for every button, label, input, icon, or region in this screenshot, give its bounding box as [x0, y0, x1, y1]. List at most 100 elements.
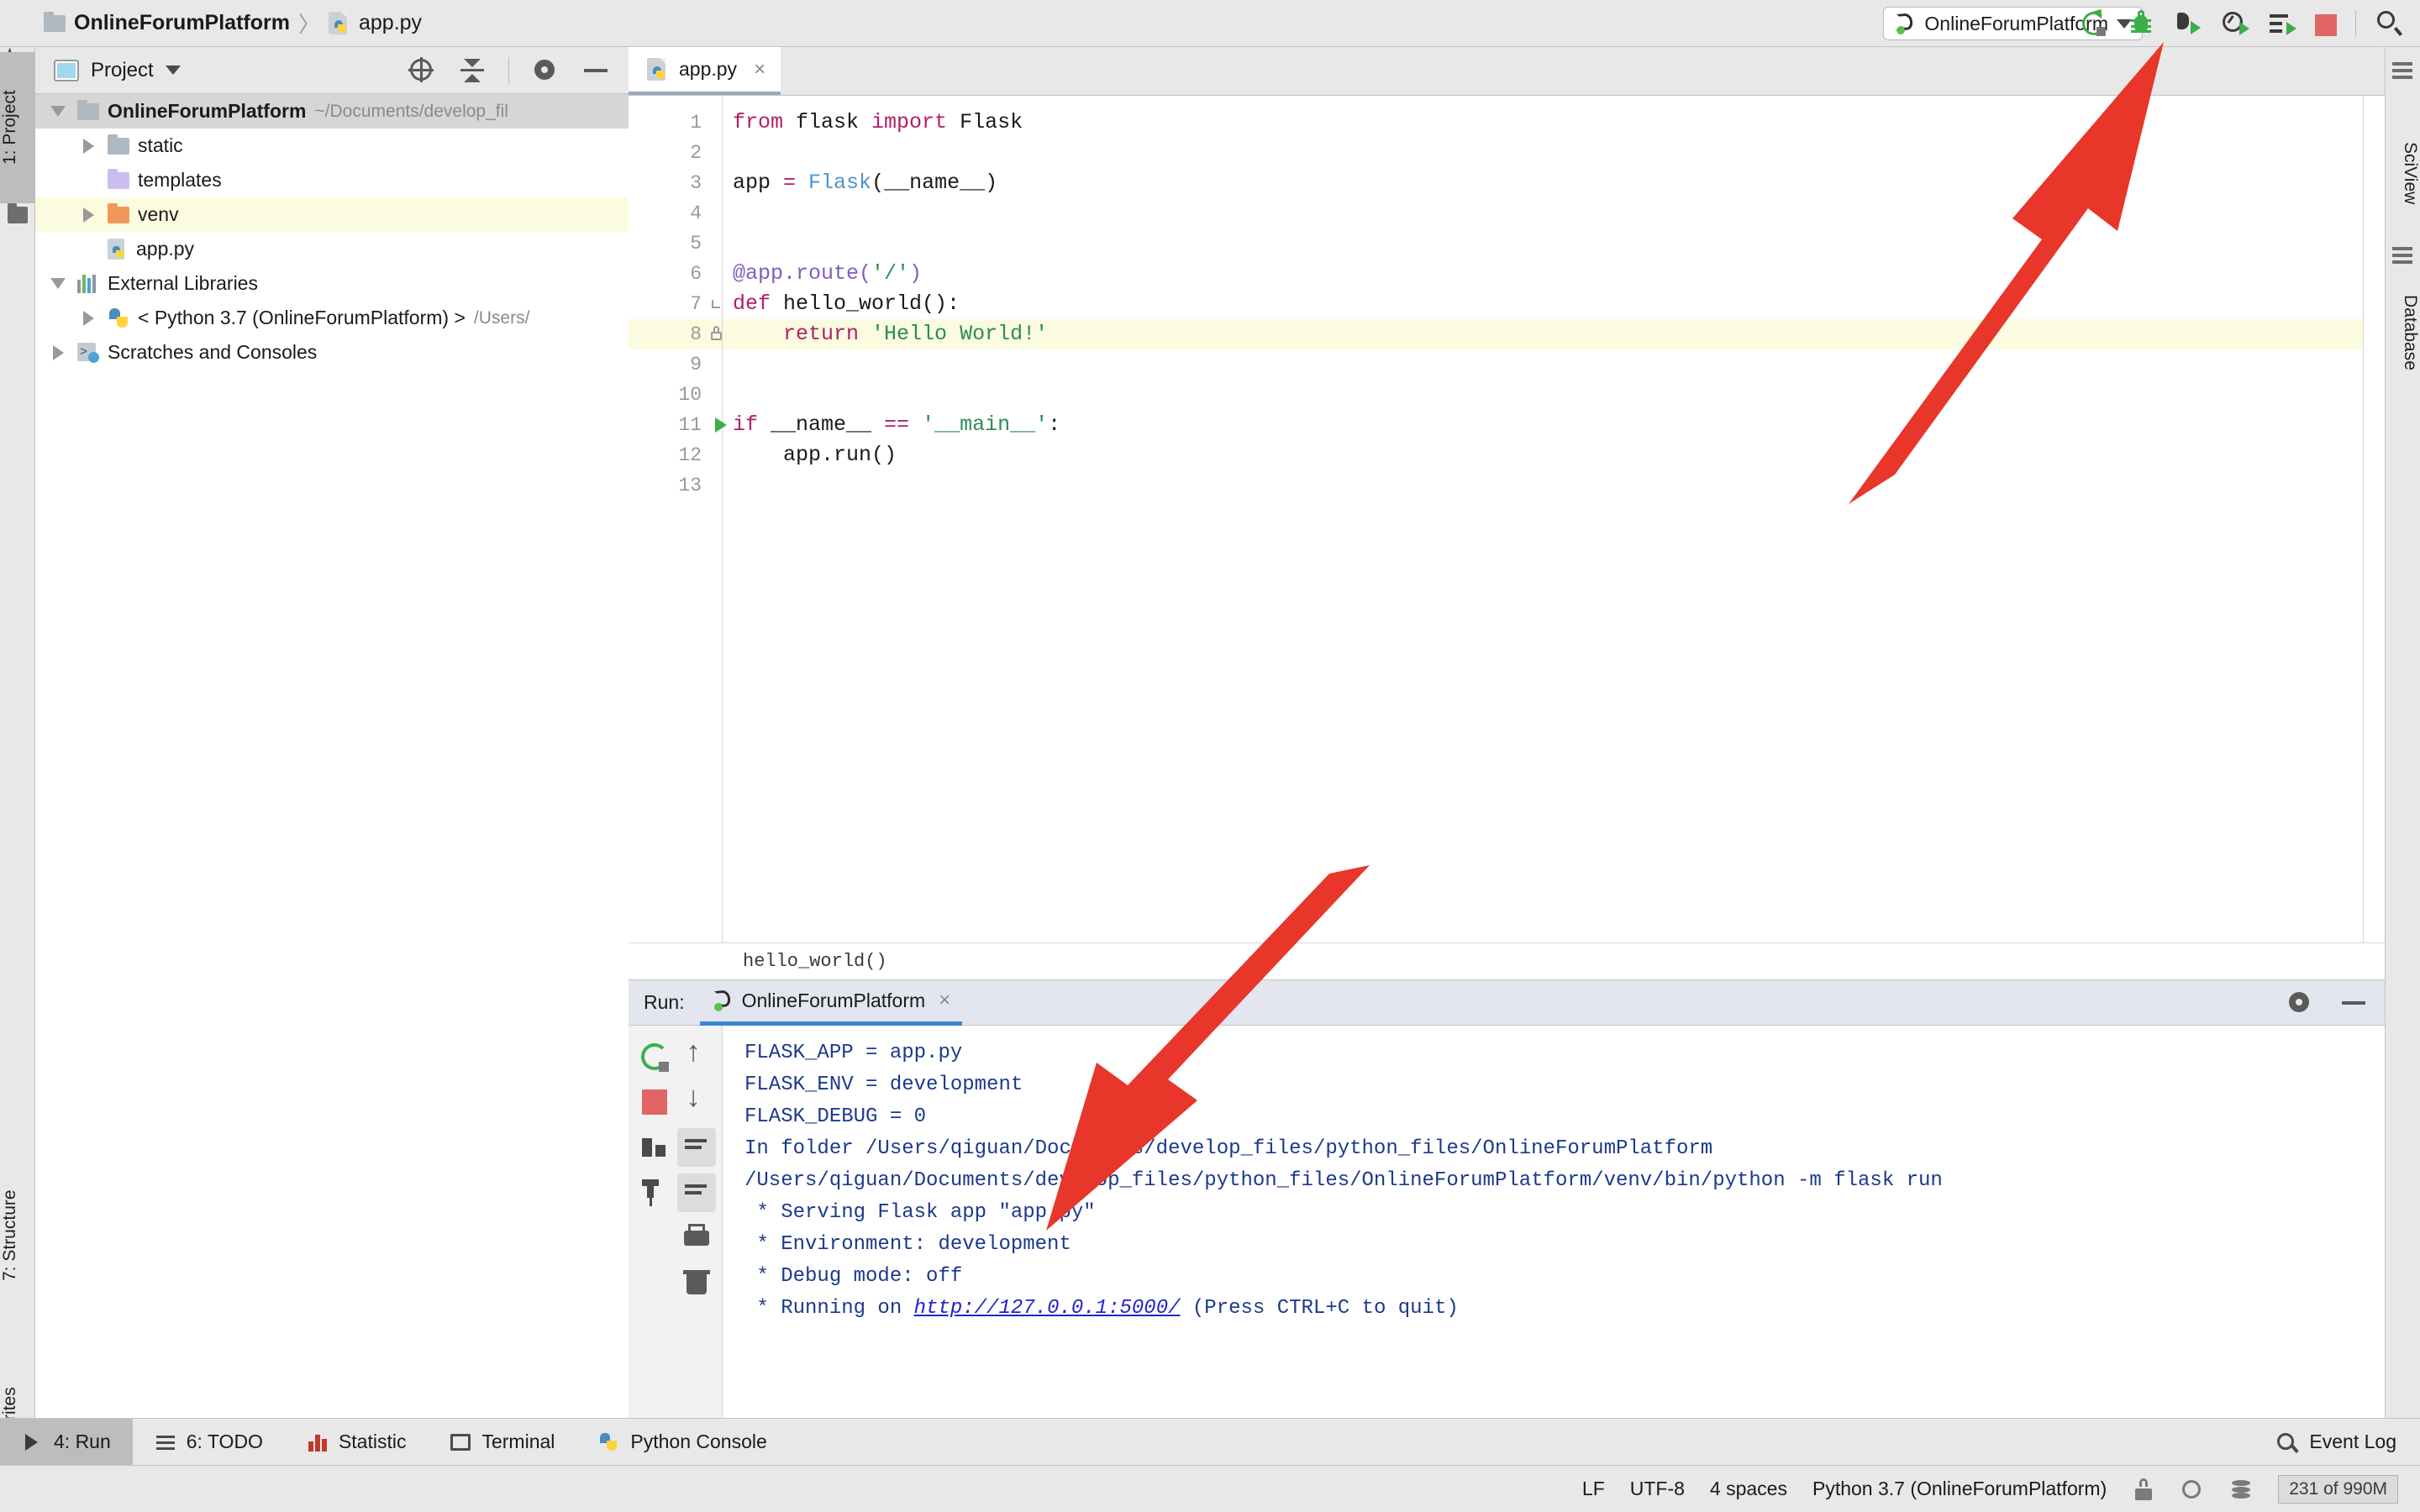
soft-wrap-icon[interactable] — [676, 1128, 716, 1167]
tree-item-app-py[interactable]: app.py — [35, 232, 629, 266]
rerun-icon[interactable] — [635, 1037, 674, 1076]
editor-breadcrumb-label: hello_world() — [743, 951, 887, 972]
line-number[interactable]: 10 — [629, 380, 722, 410]
scroll-down-icon[interactable] — [677, 1081, 716, 1121]
close-icon[interactable]: × — [939, 989, 950, 1012]
encoding-status[interactable]: UTF-8 — [1630, 1478, 1685, 1500]
code-line[interactable] — [723, 470, 2420, 501]
line-number[interactable]: 11 — [629, 410, 727, 440]
line-number[interactable]: 6 — [629, 259, 722, 289]
search-everywhere-icon[interactable] — [2375, 9, 2403, 38]
profile-icon[interactable] — [2221, 9, 2249, 38]
chevron-down-icon[interactable] — [47, 106, 69, 117]
code-line[interactable] — [723, 228, 2420, 259]
code-line[interactable] — [723, 198, 2420, 228]
print-icon[interactable] — [677, 1219, 716, 1257]
bottom-tab-todo[interactable]: 6: TODO — [133, 1419, 285, 1466]
tree-item-static[interactable]: static — [35, 129, 629, 163]
lock-icon[interactable] — [2132, 1478, 2155, 1500]
console-link[interactable]: http://127.0.0.1:5000/ — [914, 1297, 1181, 1320]
coverage-icon[interactable] — [2174, 9, 2202, 38]
python-file-icon — [647, 57, 669, 81]
code-line[interactable]: if __name__ == '__main__': — [723, 410, 2420, 440]
code-line[interactable] — [723, 349, 2420, 380]
scroll-to-end-icon[interactable] — [676, 1173, 716, 1212]
scroll-from-source-icon[interactable] — [408, 56, 436, 85]
code-line[interactable]: app.run() — [723, 440, 2420, 470]
breadcrumb-project[interactable]: OnlineForumPlatform — [74, 11, 290, 35]
concurrency-icon[interactable] — [2268, 9, 2296, 38]
hide-panel-icon[interactable] — [2339, 989, 2368, 1017]
tree-item-scratches-and-consoles[interactable]: > Scratches and Consoles — [35, 335, 629, 370]
run-icon[interactable] — [2080, 5, 2108, 38]
gear-icon[interactable] — [2286, 989, 2314, 1017]
tab-app-py[interactable]: app.py × — [629, 47, 781, 95]
debug-icon[interactable] — [2127, 9, 2155, 38]
line-number[interactable]: 13 — [629, 470, 722, 501]
stop-icon[interactable] — [641, 1089, 667, 1115]
fold-icon[interactable] — [712, 300, 720, 308]
code-lines[interactable]: from flask import Flask app = Flask(__na… — [723, 96, 2420, 942]
stop-icon[interactable] — [2315, 14, 2337, 36]
chevron-right-icon[interactable] — [77, 138, 99, 154]
collapse-all-icon[interactable] — [458, 56, 487, 85]
face-icon[interactable] — [2181, 1478, 2204, 1500]
clear-all-icon[interactable] — [677, 1264, 716, 1303]
code-line[interactable]: @app.route('/') — [723, 259, 2420, 289]
memory-indicator[interactable]: 231 of 990M — [2278, 1474, 2398, 1504]
pin-icon[interactable] — [635, 1173, 674, 1212]
bottom-tab-statistic[interactable]: Statistic — [285, 1419, 429, 1466]
line-number[interactable]: 9 — [629, 349, 722, 380]
sidebar-item-sciview[interactable]: SciView — [2385, 106, 2420, 240]
event-log-button[interactable]: Event Log — [2275, 1431, 2420, 1453]
close-icon[interactable]: × — [754, 58, 765, 81]
tree-item-python-sdk[interactable]: < Python 3.7 (OnlineForumPlatform) > /Us… — [35, 301, 629, 335]
bookmark-icon[interactable] — [711, 326, 722, 340]
line-number[interactable]: 3 — [629, 168, 722, 198]
bottom-tab-terminal[interactable]: Terminal — [428, 1419, 576, 1466]
code-line[interactable]: def hello_world(): — [723, 289, 2420, 319]
tree-item-templates[interactable]: templates — [35, 163, 629, 197]
chevron-down-icon[interactable] — [47, 278, 69, 289]
line-number[interactable]: 12 — [629, 440, 722, 470]
line-number[interactable]: 4 — [629, 198, 722, 228]
code-line[interactable]: app = Flask(__name__) — [723, 168, 2420, 198]
sidebar-item-structure[interactable]: 7: Structure — [0, 1147, 35, 1324]
line-number[interactable]: 5 — [629, 228, 722, 259]
code-token: from — [733, 110, 797, 134]
chevron-down-icon[interactable] — [165, 66, 181, 75]
line-number[interactable]: 8 — [629, 319, 722, 349]
bottom-tab-run[interactable]: 4: Run — [0, 1418, 133, 1466]
console-icon[interactable] — [635, 1128, 674, 1167]
indent-status[interactable]: 4 spaces — [1710, 1478, 1787, 1500]
chevron-right-icon[interactable] — [47, 344, 69, 360]
code-line[interactable] — [723, 138, 2420, 168]
chevron-right-icon[interactable] — [77, 310, 99, 326]
project-panel-title[interactable]: Project — [91, 59, 154, 82]
code-line[interactable]: return 'Hello World!' — [723, 319, 2420, 349]
tree-item-external-libraries[interactable]: External Libraries — [35, 266, 629, 301]
line-number[interactable]: 7 — [629, 289, 722, 319]
breadcrumb-file[interactable]: app.py — [359, 11, 422, 35]
code-token: '__main__' — [922, 412, 1049, 437]
code-token: (__name__) — [871, 171, 998, 195]
chevron-right-icon[interactable] — [77, 207, 99, 223]
line-separator-status[interactable]: LF — [1582, 1478, 1605, 1500]
event-log-icon — [2275, 1431, 2300, 1453]
line-number[interactable]: 2 — [629, 138, 722, 168]
run-tab-onlineforumplatform[interactable]: OnlineForumPlatform × — [699, 980, 963, 1026]
code-line[interactable] — [723, 380, 2420, 410]
hide-panel-icon[interactable] — [581, 56, 610, 85]
sidebar-item-database[interactable]: Database — [2385, 257, 2420, 408]
bottom-tab-python-console[interactable]: Python Console — [576, 1419, 788, 1466]
line-number[interactable]: 1 — [629, 108, 722, 138]
scroll-up-icon[interactable] — [677, 1036, 716, 1076]
sidebar-item-project[interactable]: 1: Project — [0, 52, 35, 203]
console-output[interactable]: FLASK_APP = app.py FLASK_ENV = developmen… — [723, 1026, 2385, 1419]
gear-icon[interactable] — [531, 56, 560, 85]
database-icon[interactable] — [2229, 1478, 2253, 1500]
tree-item-venv[interactable]: venv — [35, 197, 629, 232]
tree-item-onlineforumplatform[interactable]: OnlineForumPlatform ~/Documents/develop_… — [35, 94, 629, 129]
code-line[interactable]: from flask import Flask — [723, 108, 2420, 138]
interpreter-status[interactable]: Python 3.7 (OnlineForumPlatform) — [1812, 1478, 2107, 1500]
